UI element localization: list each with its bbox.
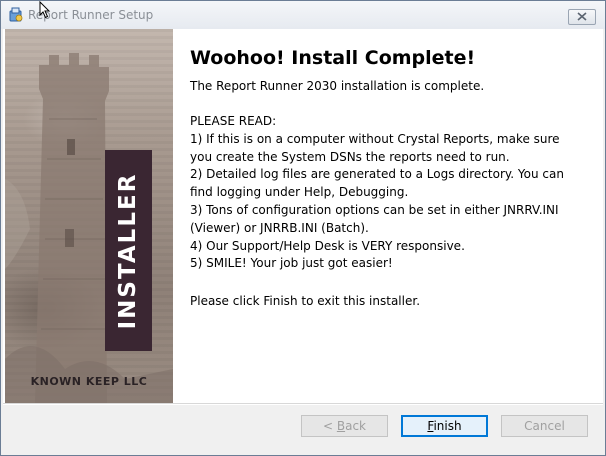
back-button-rest: ack [345,419,366,433]
notes-line: 3) Tons of configuration options can be … [190,202,559,217]
notes-line: 5) SMILE! Your job just got easier! [190,256,393,271]
setup-window: Report Runner Setup INSTALLER KNOWN KEEP… [0,0,606,456]
notes-line: PLEASE READ: [190,114,277,128]
installer-banner: INSTALLER KNOWN KEEP LLC [5,29,173,403]
finish-button-rest: inish [433,419,462,433]
back-button[interactable]: < Back [301,415,388,437]
page-heading: Woohoo! Install Complete! [190,47,476,69]
close-button[interactable] [568,9,596,25]
finish-instruction: Please click Finish to exit this install… [190,294,421,308]
notes-line: you create the System DSNs the reports n… [190,149,510,164]
please-read-notes: PLEASE READ: 1) If this is on a computer… [190,113,595,273]
cancel-button[interactable]: Cancel [501,415,588,437]
completion-message: The Report Runner 2030 installation is c… [190,79,485,93]
notes-line: 4) Our Support/Help Desk is VERY respons… [190,238,465,253]
company-name: KNOWN KEEP LLC [30,375,148,388]
finish-button[interactable]: Finish [401,415,488,437]
notes-line: find logging under Help, Debugging. [190,185,409,200]
installer-app-icon [9,7,23,22]
mouse-cursor-icon [39,1,51,19]
notes-line: 1) If this is on a computer without Crys… [190,131,560,146]
installer-vertical-label: INSTALLER [115,172,141,330]
title-bar[interactable]: Report Runner Setup [1,1,605,29]
content-area: INSTALLER KNOWN KEEP LLC Woohoo! Install… [3,29,603,403]
close-icon [577,12,587,21]
footer-divider [3,403,603,405]
notes-line: 2) Detailed log files are generated to a… [190,167,564,182]
back-button-prefix: < [322,419,337,433]
notes-line: (Viewer) or JNRRB.INI (Batch). [190,220,369,235]
back-button-accel: B [336,419,346,433]
